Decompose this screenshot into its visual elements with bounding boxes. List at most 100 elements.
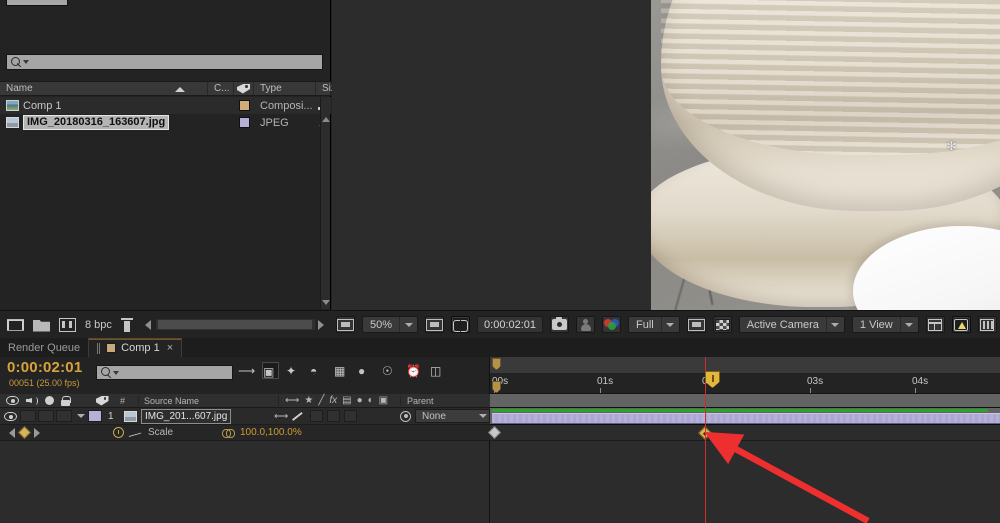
layer-switch-box[interactable] <box>310 410 323 422</box>
constrain-proportions-icon[interactable] <box>222 428 235 437</box>
column-header-name[interactable]: Name <box>0 82 208 95</box>
scroll-right-button[interactable] <box>315 319 327 330</box>
timeline-track-area[interactable] <box>490 394 1000 523</box>
frame-blending-icon[interactable]: ◓ <box>310 362 327 379</box>
transparency-grid-icon[interactable] <box>713 316 732 333</box>
toggle-mask-path-icon[interactable] <box>451 316 470 333</box>
pixel-aspect-correction-icon[interactable] <box>926 316 945 333</box>
camera-dropdown[interactable]: Active Camera <box>739 316 845 333</box>
show-snapshot-icon[interactable] <box>576 316 595 333</box>
anchor-point-icon[interactable]: ⟷ <box>274 411 288 422</box>
scrollbar-thumb[interactable] <box>158 320 312 329</box>
layer-switch-box[interactable] <box>327 410 340 422</box>
brainstorm-icon[interactable]: ● <box>358 362 375 379</box>
timeline-track-empty[interactable] <box>490 441 1000 523</box>
project-search-input[interactable] <box>6 54 323 70</box>
keyframe-marker[interactable] <box>488 426 501 439</box>
stopwatch-icon[interactable] <box>113 427 124 438</box>
region-icon[interactable] <box>687 316 706 333</box>
parent-pickwhip-icon[interactable] <box>400 411 411 422</box>
layer-video-toggle[interactable] <box>0 412 20 421</box>
scroll-down-button[interactable] <box>322 298 330 307</box>
layer-audio-toggle[interactable] <box>20 410 36 422</box>
work-area-start-marker[interactable] <box>492 358 501 370</box>
views-dropdown[interactable]: 1 View <box>852 316 919 333</box>
auto-keyframe-icon[interactable]: ⏰ <box>406 362 423 379</box>
timeline-property-row-scale[interactable]: Scale 100.0,100.0% <box>0 425 490 441</box>
timeline-ruler[interactable]: 00s 01s 02s 03s 04s <box>490 357 1000 394</box>
interpret-footage-icon[interactable] <box>7 318 24 332</box>
viewer-timecode[interactable]: 0:00:02:01 <box>477 316 543 333</box>
graph-editor-icon[interactable]: ☉ <box>382 362 399 379</box>
delete-icon[interactable] <box>121 318 133 332</box>
resolution-dropdown[interactable]: Full <box>628 316 680 333</box>
hide-shy-layers-icon[interactable]: ✦ <box>286 362 303 379</box>
timeline-search-input[interactable] <box>96 365 233 380</box>
tab-label: Render Queue <box>8 342 80 354</box>
new-composition-icon[interactable] <box>59 318 76 332</box>
region-of-interest-icon[interactable] <box>425 316 444 333</box>
property-keyframe-track[interactable] <box>490 425 1000 441</box>
project-column-headers: Name C... Type Siz <box>0 81 331 96</box>
layer-track-row[interactable] <box>490 408 1000 425</box>
layer-switches-header: ⟷ ★ ╱ fx ▤ ● ◐ ▣ <box>278 395 400 406</box>
parent-dropdown[interactable]: None <box>415 409 490 423</box>
layer-expand-triangle[interactable] <box>74 414 88 418</box>
project-vertical-scrollbar[interactable] <box>320 97 330 309</box>
add-keyframe-icon[interactable] <box>18 426 31 439</box>
item-label-cell[interactable] <box>234 100 254 111</box>
motion-sketch-icon[interactable]: ◫ <box>430 362 447 379</box>
next-keyframe-icon[interactable] <box>34 428 40 438</box>
tab-comp-1[interactable]: Comp 1 × <box>88 338 182 357</box>
current-timecode[interactable]: 0:00:02:01 <box>7 359 82 376</box>
timeline-layer-row[interactable]: 1 IMG_201...607.jpg ⟷ None <box>0 408 490 425</box>
camera-value: Active Camera <box>740 319 826 331</box>
chevron-down-icon <box>661 317 679 332</box>
project-item-comp1[interactable]: Comp 1 Composi... <box>0 97 331 114</box>
project-item-list: Comp 1 Composi... IMG_20180316_163607.jp… <box>0 97 331 131</box>
layer-solo-toggle[interactable] <box>38 410 54 422</box>
pen-icon[interactable] <box>292 410 306 422</box>
previous-keyframe-icon[interactable] <box>9 428 15 438</box>
video-visibility-icon <box>6 396 19 405</box>
project-preview-thumbnail <box>6 0 68 6</box>
draft-3d-icon[interactable]: ▣ <box>262 362 279 379</box>
column-header-type[interactable]: Type <box>254 82 316 95</box>
fast-previews-icon[interactable] <box>952 316 971 333</box>
layer-name[interactable]: IMG_201...607.jpg <box>141 409 231 424</box>
layer-duration-bar[interactable] <box>492 413 1000 424</box>
property-value[interactable]: 100.0,100.0% <box>235 427 302 438</box>
motion-blur-icon[interactable]: ▦ <box>334 362 351 379</box>
scroll-up-button[interactable] <box>322 115 330 124</box>
take-snapshot-icon[interactable] <box>550 316 569 333</box>
solo-icon <box>45 396 54 405</box>
bit-depth-label[interactable]: 8 bpc <box>85 319 112 331</box>
layer-label-color[interactable] <box>88 410 102 422</box>
show-channel-icon[interactable] <box>602 316 621 333</box>
layer-source-cell[interactable]: IMG_201...607.jpg <box>124 409 270 424</box>
project-horizontal-scrollbar[interactable] <box>142 318 329 331</box>
column-header-label[interactable] <box>234 82 254 95</box>
timeline-tab-bar: Render Queue Comp 1 × <box>0 338 1000 357</box>
timeline-icon[interactable] <box>978 316 997 333</box>
always-preview-icon[interactable] <box>336 316 355 333</box>
tab-render-queue[interactable]: Render Queue <box>0 338 88 357</box>
column-header-comment[interactable]: C... <box>208 82 234 95</box>
scroll-left-button[interactable] <box>142 319 154 330</box>
project-item-image[interactable]: IMG_20180316_163607.jpg JPEG <box>0 114 331 131</box>
layer-lock-toggle[interactable] <box>56 410 72 422</box>
property-name[interactable]: Scale <box>142 427 222 438</box>
close-icon[interactable]: × <box>167 342 173 354</box>
layer-switch-box[interactable] <box>344 410 357 422</box>
magnification-dropdown[interactable]: 50% <box>362 316 418 333</box>
item-label-cell[interactable] <box>234 117 254 128</box>
anchor-point-marker[interactable]: ✻ <box>946 141 957 152</box>
column-header-size[interactable]: Siz <box>316 82 331 95</box>
value-graph-icon[interactable] <box>129 427 142 438</box>
new-folder-icon[interactable] <box>33 318 50 332</box>
parent-column-header[interactable]: Parent <box>400 396 490 406</box>
source-name-column-header[interactable]: Source Name <box>138 396 278 406</box>
composition-mini-flowchart-icon[interactable]: ⟶ <box>238 362 255 379</box>
timeline-empty-area[interactable] <box>0 441 490 523</box>
composition-canvas[interactable]: ✻ <box>332 0 1000 310</box>
